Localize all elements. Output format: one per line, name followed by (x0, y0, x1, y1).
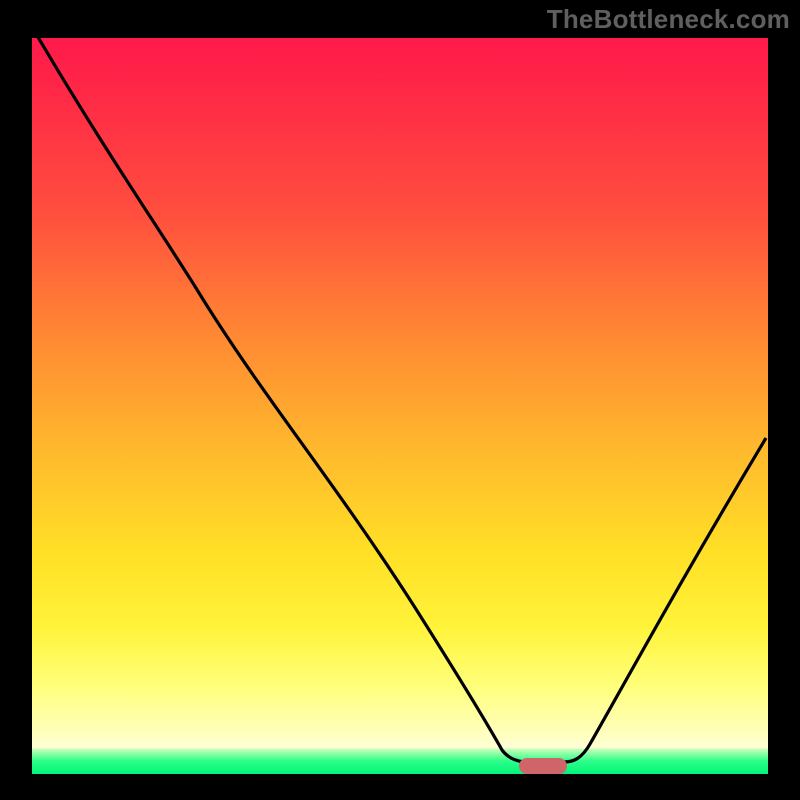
plot-area (32, 38, 768, 774)
optimal-marker (519, 758, 567, 774)
watermark-text: TheBottleneck.com (547, 4, 790, 35)
chart-frame: TheBottleneck.com (0, 0, 800, 800)
bottleneck-curve (32, 38, 768, 774)
